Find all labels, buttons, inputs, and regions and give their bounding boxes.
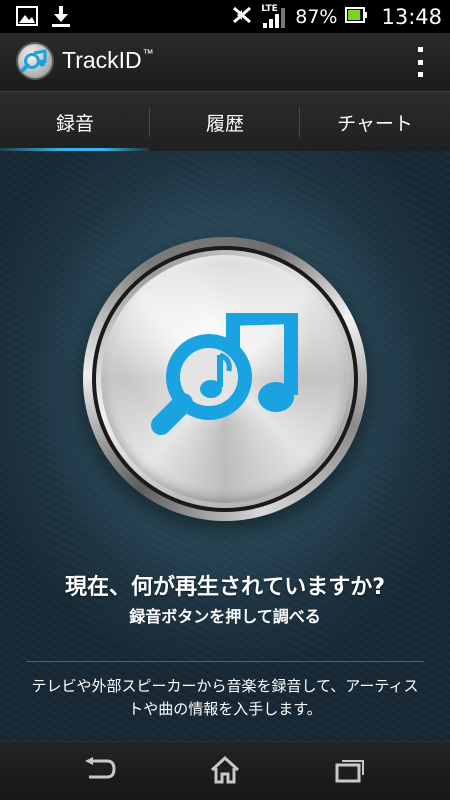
content-divider (26, 661, 424, 662)
battery-percent: 87% (295, 5, 338, 28)
back-icon (83, 757, 117, 787)
tab-bar: 録音 履歴 チャート (0, 91, 450, 152)
recent-apps-icon (334, 757, 366, 787)
status-time: 13:48 (381, 4, 442, 29)
tab-record-label: 録音 (55, 112, 94, 135)
tab-record[interactable]: 録音 (0, 92, 150, 152)
overflow-dot (417, 47, 423, 52)
overflow-dot (417, 59, 423, 65)
gallery-icon (16, 6, 38, 32)
record-button[interactable] (83, 237, 367, 521)
home-button[interactable] (195, 752, 255, 792)
record-panel: 現在、何が再生されていますか? 録音ボタンを押して調べる テレビや外部スピーカー… (0, 151, 450, 741)
trademark-symbol: ™ (142, 48, 154, 60)
headline: 現在、何が再生されていますか? (64, 575, 386, 600)
lte-signal-icon: LTE (261, 4, 287, 29)
description: テレビや外部スピーカーから音楽を録音して、アーティストや曲の情報を入手します。 (31, 677, 419, 718)
recent-apps-button[interactable] (320, 752, 380, 792)
status-bar: LTE 87% 13:48 (0, 0, 450, 33)
tab-history-label: 履歴 (205, 112, 244, 135)
music-search-icon (151, 309, 301, 443)
app-title-text: TrackID (62, 47, 142, 73)
tab-charts-label: チャート (337, 112, 413, 135)
status-system: LTE 87% 13:48 (231, 0, 442, 33)
navigation-bar (0, 741, 450, 800)
nfc-icon (231, 5, 253, 29)
subhead: 録音ボタンを押して調べる (129, 607, 321, 626)
status-notifications (16, 6, 70, 32)
back-button[interactable] (70, 752, 130, 792)
tab-history[interactable]: 履歴 (150, 92, 300, 152)
overflow-menu-icon[interactable] (414, 47, 426, 77)
app-title: TrackID™ (62, 47, 154, 74)
tab-charts[interactable]: チャート (300, 92, 450, 152)
trackid-app-icon[interactable] (15, 41, 55, 81)
battery-icon (345, 6, 368, 27)
action-bar: TrackID™ (0, 33, 450, 91)
screen: LTE 87% 13:48 TrackID™ 録音 履歴 チャート 現在、何が再… (0, 0, 450, 800)
overflow-dot (417, 72, 423, 77)
home-icon (209, 755, 241, 789)
download-icon (52, 6, 70, 32)
